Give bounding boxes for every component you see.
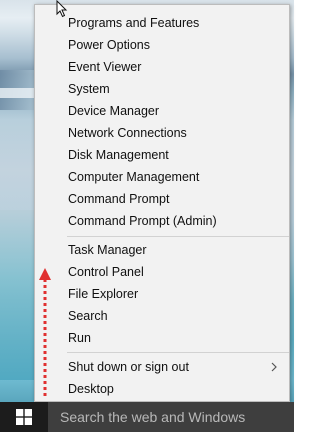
- menu-item-label: Shut down or sign out: [68, 360, 189, 374]
- menu-item-label: Power Options: [68, 38, 150, 52]
- menu-item-command-prompt-admin[interactable]: Command Prompt (Admin): [35, 210, 289, 232]
- search-placeholder: Search the web and Windows: [60, 409, 246, 425]
- menu-item-label: Command Prompt: [68, 192, 170, 206]
- menu-item-event-viewer[interactable]: Event Viewer: [35, 56, 289, 78]
- menu-item-label: Control Panel: [68, 265, 144, 279]
- menu-separator: [67, 352, 289, 353]
- annotation-arrow-up-icon: [39, 268, 51, 396]
- menu-item-label: Computer Management: [68, 170, 200, 184]
- menu-item-label: Disk Management: [68, 148, 169, 162]
- menu-item-label: Programs and Features: [68, 16, 200, 30]
- menu-item-label: Network Connections: [68, 126, 187, 140]
- menu-item-power-options[interactable]: Power Options: [35, 34, 289, 56]
- menu-item-computer-management[interactable]: Computer Management: [35, 166, 289, 188]
- menu-separator: [67, 236, 289, 237]
- menu-item-network-connections[interactable]: Network Connections: [35, 122, 289, 144]
- menu-item-system[interactable]: System: [35, 78, 289, 100]
- menu-item-label: System: [68, 82, 110, 96]
- menu-item-label: Task Manager: [68, 243, 147, 257]
- menu-item-device-manager[interactable]: Device Manager: [35, 100, 289, 122]
- taskbar: Search the web and Windows: [0, 402, 294, 432]
- mouse-cursor-icon: [56, 0, 68, 18]
- menu-item-label: File Explorer: [68, 287, 139, 301]
- chevron-right-icon: [271, 362, 277, 372]
- menu-item-command-prompt[interactable]: Command Prompt: [35, 188, 289, 210]
- menu-item-shut-down-or-sign-out[interactable]: Shut down or sign out: [35, 356, 289, 378]
- menu-item-label: Run: [68, 331, 91, 345]
- menu-item-label: Device Manager: [68, 104, 160, 118]
- menu-item-control-panel[interactable]: Control Panel: [35, 261, 289, 283]
- power-user-menu: Programs and Features Power Options Even…: [34, 4, 290, 402]
- start-button[interactable]: [0, 402, 48, 432]
- menu-item-task-manager[interactable]: Task Manager: [35, 239, 289, 261]
- windows-logo-icon: [16, 409, 32, 425]
- taskbar-search-box[interactable]: Search the web and Windows: [48, 402, 294, 432]
- menu-item-desktop[interactable]: Desktop: [35, 378, 289, 400]
- menu-item-disk-management[interactable]: Disk Management: [35, 144, 289, 166]
- menu-item-programs-and-features[interactable]: Programs and Features: [35, 12, 289, 34]
- menu-item-run[interactable]: Run: [35, 327, 289, 349]
- menu-item-label: Command Prompt (Admin): [68, 214, 217, 228]
- menu-item-search[interactable]: Search: [35, 305, 289, 327]
- menu-item-label: Event Viewer: [68, 60, 142, 74]
- menu-item-label: Search: [68, 309, 108, 323]
- menu-item-label: Desktop: [68, 382, 114, 396]
- menu-item-file-explorer[interactable]: File Explorer: [35, 283, 289, 305]
